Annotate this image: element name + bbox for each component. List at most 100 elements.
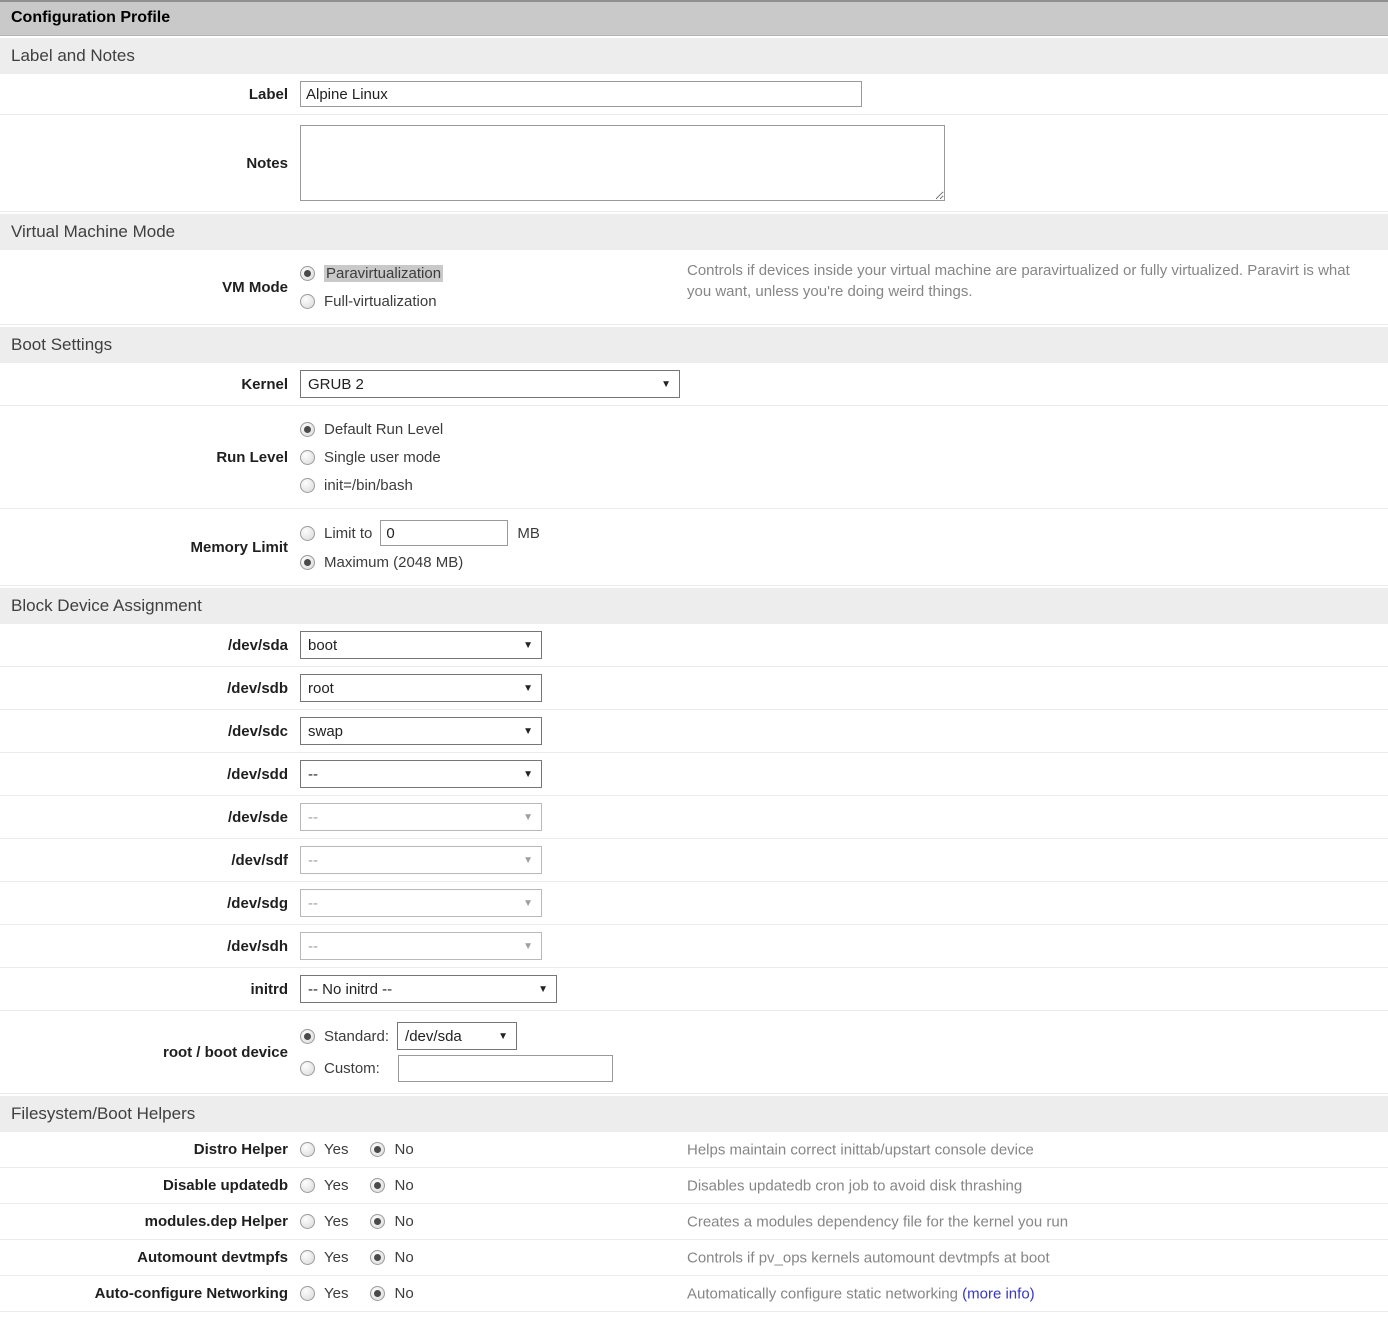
section-header-label-notes: Label and Notes xyxy=(0,38,1388,74)
disable-updatedb-label: Disable updatedb xyxy=(0,1177,300,1194)
label-row: Label xyxy=(0,74,1388,115)
block-device-row-sda: /dev/sda boot ▼ xyxy=(0,624,1388,667)
notes-field-label: Notes xyxy=(0,155,300,172)
yes-option[interactable]: Yes xyxy=(324,1177,348,1194)
dev-sdb-label: /dev/sdb xyxy=(0,680,300,697)
automount-devtmpfs-help-text: Controls if pv_ops kernels automount dev… xyxy=(687,1247,1365,1268)
section-header-boot-settings: Boot Settings xyxy=(0,327,1388,363)
dev-sdg-label: /dev/sdg xyxy=(0,895,300,912)
root-boot-device-row: root / boot device Standard: /dev/sda ▼ … xyxy=(0,1011,1388,1094)
radio-checked-icon[interactable] xyxy=(300,422,315,437)
notes-row: Notes xyxy=(0,115,1388,212)
initrd-row: initrd -- No initrd -- ▼ xyxy=(0,968,1388,1011)
label-input[interactable] xyxy=(300,81,862,107)
block-device-row-sdg: /dev/sdg -- ▼ xyxy=(0,882,1388,925)
no-option[interactable]: No xyxy=(394,1285,413,1302)
radio-unchecked-icon[interactable] xyxy=(300,1061,315,1076)
radio-unchecked-icon[interactable] xyxy=(300,294,315,309)
block-device-row-sdc: /dev/sdc swap ▼ xyxy=(0,710,1388,753)
notes-textarea[interactable] xyxy=(300,125,945,201)
dev-sde-select-value: -- xyxy=(308,809,318,826)
dev-sdb-select-value: root xyxy=(308,680,334,697)
auto-configure-networking-help-text: Automatically configure static networkin… xyxy=(687,1283,1365,1304)
label-field-label: Label xyxy=(0,86,300,103)
radio-checked-icon[interactable] xyxy=(370,1142,385,1157)
kernel-label: Kernel xyxy=(0,376,300,393)
radio-unchecked-icon[interactable] xyxy=(300,1142,315,1157)
radio-checked-icon[interactable] xyxy=(300,1029,315,1044)
section-header-helpers: Filesystem/Boot Helpers xyxy=(0,1096,1388,1132)
dev-sdd-select-value: -- xyxy=(308,766,318,783)
dev-sdg-select: -- ▼ xyxy=(300,889,542,917)
radio-unchecked-icon[interactable] xyxy=(300,1250,315,1265)
root-device-standard-select[interactable]: /dev/sda ▼ xyxy=(397,1022,517,1050)
dev-sde-label: /dev/sde xyxy=(0,809,300,826)
section-header-block-devices: Block Device Assignment xyxy=(0,588,1388,624)
dev-sdc-label: /dev/sdc xyxy=(0,723,300,740)
radio-checked-icon[interactable] xyxy=(300,266,315,281)
yes-option[interactable]: Yes xyxy=(324,1141,348,1158)
vm-mode-option-full-virtualization[interactable]: Full-virtualization xyxy=(324,293,437,310)
more-info-link[interactable]: (more info) xyxy=(962,1285,1035,1302)
memory-limit-label: Memory Limit xyxy=(0,539,300,556)
root-device-standard-label[interactable]: Standard: xyxy=(324,1028,389,1045)
dev-sda-select[interactable]: boot ▼ xyxy=(300,631,542,659)
dev-sdh-label: /dev/sdh xyxy=(0,938,300,955)
dev-sdc-select-value: swap xyxy=(308,723,343,740)
page-title: Configuration Profile xyxy=(0,0,1388,36)
yes-option[interactable]: Yes xyxy=(324,1249,348,1266)
root-device-custom-label[interactable]: Custom: xyxy=(324,1060,380,1077)
block-device-row-sdh: /dev/sdh -- ▼ xyxy=(0,925,1388,968)
memory-limit-option-limit[interactable]: Limit to xyxy=(324,525,372,542)
radio-unchecked-icon[interactable] xyxy=(300,1286,315,1301)
kernel-select[interactable]: GRUB 2 ▼ xyxy=(300,370,680,398)
block-device-row-sde: /dev/sde -- ▼ xyxy=(0,796,1388,839)
yes-option[interactable]: Yes xyxy=(324,1285,348,1302)
run-level-option-single-user[interactable]: Single user mode xyxy=(324,449,441,466)
initrd-select[interactable]: -- No initrd -- ▼ xyxy=(300,975,557,1003)
radio-checked-icon[interactable] xyxy=(300,555,315,570)
modules-dep-label: modules.dep Helper xyxy=(0,1213,300,1230)
chevron-down-icon: ▼ xyxy=(523,812,533,823)
memory-limit-row: Memory Limit Limit to MB Maximum (2048 M… xyxy=(0,509,1388,586)
radio-checked-icon[interactable] xyxy=(370,1286,385,1301)
root-device-custom-input[interactable] xyxy=(398,1055,613,1082)
radio-unchecked-icon[interactable] xyxy=(300,450,315,465)
run-level-option-default[interactable]: Default Run Level xyxy=(324,421,443,438)
vm-mode-row: VM Mode Paravirtualization Full-virtuali… xyxy=(0,250,1388,325)
kernel-select-value: GRUB 2 xyxy=(308,376,364,393)
radio-unchecked-icon[interactable] xyxy=(300,526,315,541)
vm-mode-help-text: Controls if devices inside your virtual … xyxy=(687,260,1365,302)
radio-checked-icon[interactable] xyxy=(370,1250,385,1265)
dev-sdg-select-value: -- xyxy=(308,895,318,912)
help-text-fragment: Automatically configure static networkin… xyxy=(687,1285,962,1302)
memory-limit-option-maximum[interactable]: Maximum (2048 MB) xyxy=(324,554,463,571)
helper-row-modules-dep: modules.dep Helper Yes No Creates a modu… xyxy=(0,1204,1388,1240)
vm-mode-option-paravirtualization[interactable]: Paravirtualization xyxy=(324,265,443,282)
run-level-row: Run Level Default Run Level Single user … xyxy=(0,406,1388,509)
helper-row-auto-networking: Auto-configure Networking Yes No Automat… xyxy=(0,1276,1388,1312)
radio-unchecked-icon[interactable] xyxy=(300,478,315,493)
yes-option[interactable]: Yes xyxy=(324,1213,348,1230)
memory-limit-input[interactable] xyxy=(380,520,508,546)
radio-checked-icon[interactable] xyxy=(370,1214,385,1229)
auto-configure-networking-label: Auto-configure Networking xyxy=(0,1285,300,1302)
dev-sdd-label: /dev/sdd xyxy=(0,766,300,783)
dev-sdh-select-value: -- xyxy=(308,938,318,955)
distro-helper-help-text: Helps maintain correct inittab/upstart c… xyxy=(687,1139,1365,1160)
radio-checked-icon[interactable] xyxy=(370,1178,385,1193)
dev-sdb-select[interactable]: root ▼ xyxy=(300,674,542,702)
radio-unchecked-icon[interactable] xyxy=(300,1214,315,1229)
chevron-down-icon: ▼ xyxy=(523,726,533,737)
no-option[interactable]: No xyxy=(394,1177,413,1194)
run-level-option-init-bash[interactable]: init=/bin/bash xyxy=(324,477,413,494)
no-option[interactable]: No xyxy=(394,1141,413,1158)
chevron-down-icon: ▼ xyxy=(538,984,548,995)
automount-devtmpfs-label: Automount devtmpfs xyxy=(0,1249,300,1266)
dev-sda-select-value: boot xyxy=(308,637,337,654)
radio-unchecked-icon[interactable] xyxy=(300,1178,315,1193)
no-option[interactable]: No xyxy=(394,1213,413,1230)
dev-sdd-select[interactable]: -- ▼ xyxy=(300,760,542,788)
no-option[interactable]: No xyxy=(394,1249,413,1266)
dev-sdc-select[interactable]: swap ▼ xyxy=(300,717,542,745)
